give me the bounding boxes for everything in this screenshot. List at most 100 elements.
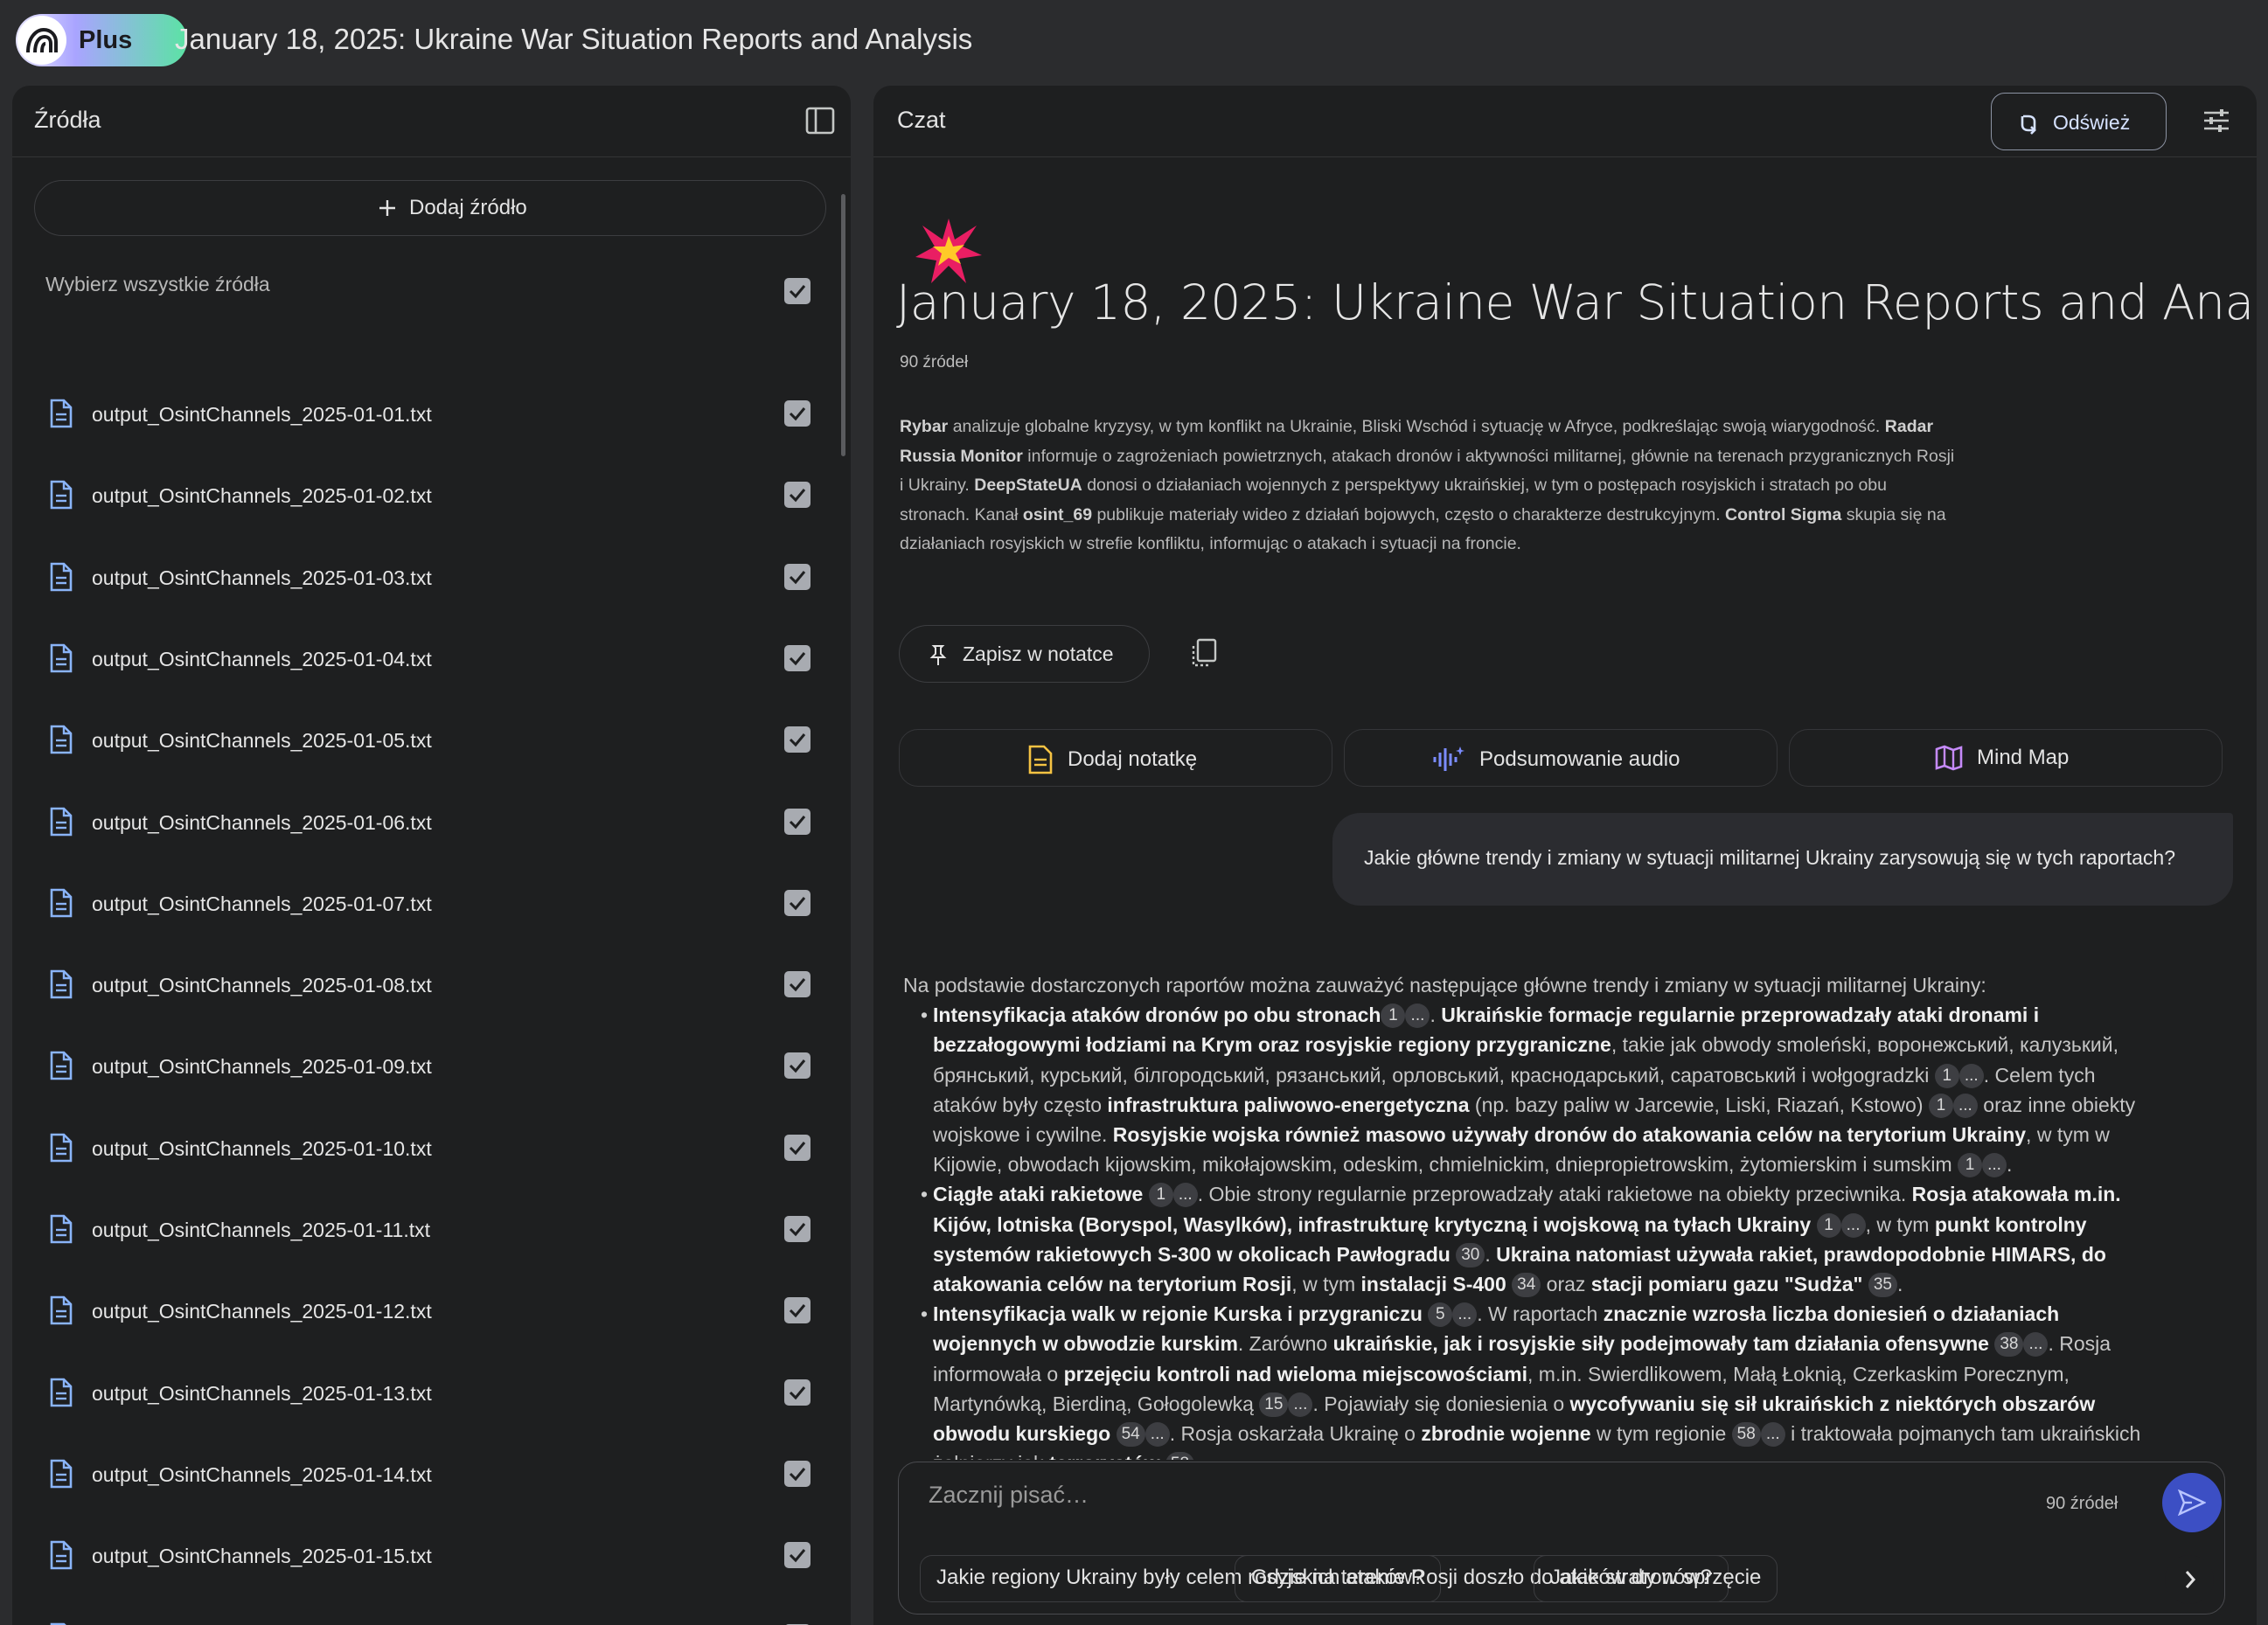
citation-chip[interactable]: ...	[1405, 1003, 1430, 1029]
citation-chip[interactable]: 34	[1512, 1273, 1541, 1298]
source-item[interactable]: output_OsintChannels_2025-01-11.txt	[12, 1191, 851, 1273]
citation-chip[interactable]: ...	[1760, 1422, 1785, 1448]
citation-chip[interactable]: 38	[1994, 1332, 2024, 1358]
user-question: Jakie główne trendy i zmiany w sytuacji …	[1364, 846, 2176, 869]
citation-chip[interactable]: 1	[1816, 1212, 1841, 1238]
save-to-note-button[interactable]: Zapisz w notatce	[899, 625, 1150, 683]
citation-chip[interactable]: ...	[2023, 1332, 2049, 1358]
source-checkbox[interactable]	[784, 971, 810, 998]
source-checkbox[interactable]	[784, 1460, 810, 1487]
send-button[interactable]	[2162, 1473, 2222, 1532]
source-item[interactable]: output_OsintChannels_2025-01-10.txt	[12, 1110, 851, 1191]
document-icon	[49, 1133, 73, 1167]
source-checkbox[interactable]	[784, 1542, 810, 1569]
citation-chip[interactable]: ...	[1288, 1392, 1313, 1417]
text-run: .	[1430, 1003, 1442, 1027]
app-logo-plus-badge[interactable]: Plus	[16, 14, 187, 66]
citation-chip[interactable]: 5	[1428, 1302, 1453, 1328]
bold-text: ukraińskie, jak i rosyjskie siły podejmo…	[1332, 1332, 1989, 1356]
source-item[interactable]: output_OsintChannels_2025-01-02.txt	[12, 457, 851, 538]
source-checkbox[interactable]	[784, 1052, 810, 1080]
source-item[interactable]: output_OsintChannels_2025-01-04.txt	[12, 621, 851, 702]
source-item[interactable]: output_OsintChannels_2025-01-12.txt	[12, 1273, 851, 1354]
document-icon	[49, 1378, 73, 1412]
source-checkbox[interactable]	[784, 889, 810, 916]
source-item[interactable]: output_OsintChannels_2025-01-14.txt	[12, 1436, 851, 1517]
citation-chip[interactable]: 58	[1165, 1452, 1195, 1460]
copy-icon[interactable]	[1188, 637, 1220, 669]
citation-chip[interactable]: ...	[1452, 1302, 1478, 1328]
source-item[interactable]: output_OsintChannels_2025-01-09.txt	[12, 1028, 851, 1109]
suggestion-chip[interactable]: Jakie straty w sprzęcie	[1534, 1555, 1778, 1602]
source-checkbox[interactable]	[784, 482, 810, 509]
refresh-icon	[2021, 115, 2036, 135]
citation-chip[interactable]: 1	[1381, 1003, 1406, 1029]
citation-chip[interactable]: 54	[1116, 1422, 1145, 1448]
source-filename: output_OsintChannels_2025-01-14.txt	[92, 1462, 432, 1486]
citation-chip[interactable]: 58	[1731, 1422, 1761, 1448]
refresh-label: Odśwież	[2053, 111, 2131, 134]
source-item[interactable]: output_OsintChannels_2025-01-13.txt	[12, 1355, 851, 1436]
source-item[interactable]: output_OsintChannels_2025-01-15.txt	[12, 1517, 851, 1599]
source-item[interactable]: output_OsintChannels_2025-01-08.txt	[12, 947, 851, 1028]
text-run: . Rosja oskarżała Ukrainę o	[1169, 1422, 1422, 1446]
citation-chip[interactable]: 30	[1456, 1242, 1485, 1267]
bold-text: Rybar	[900, 417, 949, 436]
chevron-right-icon[interactable]	[2165, 1555, 2214, 1604]
citation-chip[interactable]: ...	[1952, 1093, 1978, 1118]
sidebar-toggle-icon[interactable]	[804, 105, 836, 136]
bold-text: Ciągłe ataki rakietowe	[933, 1183, 1144, 1206]
source-filename: output_OsintChannels_2025-01-07.txt	[92, 892, 432, 915]
response-bullet: Ciągłe ataki rakietowe 1.... Obie strony…	[921, 1179, 2153, 1299]
source-item[interactable]: output_OsintChannels_2025-01-03.txt	[12, 539, 851, 621]
citation-chip[interactable]: 1	[1934, 1063, 1959, 1088]
source-checkbox[interactable]	[784, 1378, 810, 1406]
document-icon	[49, 480, 73, 514]
source-checkbox[interactable]	[784, 1297, 810, 1324]
refresh-button[interactable]: Odśwież	[1991, 93, 2167, 150]
text-run: analizuje globalne kryzysy, w tym konfli…	[948, 417, 1885, 436]
chat-input[interactable]	[929, 1475, 1978, 1515]
chips-fade	[2070, 1555, 2175, 1606]
source-checkbox[interactable]	[784, 808, 810, 835]
document-icon	[49, 1540, 73, 1574]
source-checkbox[interactable]	[784, 1216, 810, 1242]
plus-icon	[379, 200, 395, 216]
citation-chip[interactable]: 1	[1928, 1093, 1953, 1118]
citation-chip[interactable]: ...	[1840, 1212, 1866, 1238]
source-item[interactable]: output_OsintChannels_2025-01-05.txt	[12, 702, 851, 783]
mind-map-button[interactable]: Mind Map	[1789, 729, 2223, 787]
source-item[interactable]: output_OsintChannels_2025-01-07.txt	[12, 865, 851, 947]
citation-chip[interactable]: 15	[1259, 1392, 1289, 1417]
save-note-label: Zapisz w notatce	[963, 642, 1114, 665]
citation-chip[interactable]: ...	[1982, 1153, 2007, 1178]
citation-chip[interactable]: ...	[1144, 1422, 1170, 1448]
citation-chip[interactable]: ...	[1958, 1063, 1984, 1088]
source-filename: output_OsintChannels_2025-01-03.txt	[92, 566, 432, 589]
add-source-button[interactable]: Dodaj źródło	[34, 180, 826, 236]
pin-icon	[929, 645, 947, 665]
citation-chip[interactable]: ...	[1172, 1183, 1198, 1208]
add-note-button[interactable]: Dodaj notatkę	[899, 729, 1332, 787]
audio-summary-button[interactable]: Podsumowanie audio	[1344, 729, 1778, 787]
source-checkbox[interactable]	[784, 563, 810, 590]
source-item[interactable]: output_OsintChannels_2025-01-16.txt	[12, 1600, 851, 1625]
chat-title: Czat	[897, 107, 946, 133]
bold-text: Intensyfikacja ataków dronów po obu stro…	[933, 1003, 1381, 1027]
tune-icon[interactable]	[2201, 105, 2232, 136]
bold-text: przejęciu kontroli nad wieloma miejscowo…	[1063, 1362, 1528, 1385]
source-checkbox[interactable]	[784, 400, 810, 427]
citation-chip[interactable]: 1	[1958, 1153, 1983, 1178]
source-item[interactable]: output_OsintChannels_2025-01-06.txt	[12, 784, 851, 865]
citation-chip[interactable]: 1	[1148, 1183, 1173, 1208]
source-checkbox[interactable]	[784, 644, 810, 671]
select-all-checkbox[interactable]	[784, 278, 810, 304]
document-icon	[49, 1214, 73, 1248]
send-icon	[2178, 1490, 2206, 1516]
citation-chip[interactable]: 35	[1868, 1273, 1897, 1298]
source-item[interactable]: output_OsintChannels_2025-01-01.txt	[12, 376, 851, 457]
source-checkbox[interactable]	[784, 1134, 810, 1161]
source-checkbox[interactable]	[784, 726, 810, 753]
notebook-title[interactable]: January 18, 2025: Ukraine War Situation …	[175, 23, 972, 56]
bold-text: DeepStateUA	[974, 476, 1082, 495]
